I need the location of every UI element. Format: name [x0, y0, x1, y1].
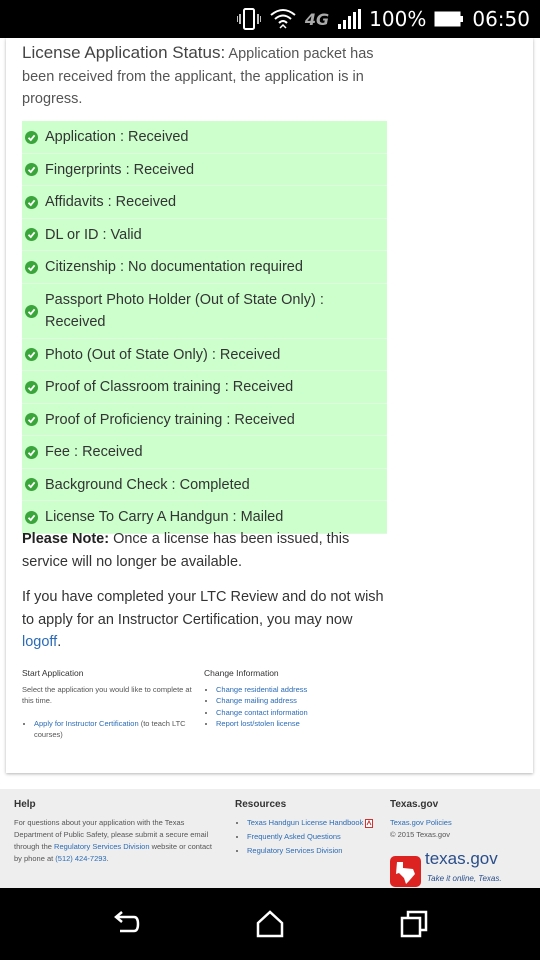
faq-link[interactable]: Frequently Asked Questions — [247, 832, 341, 841]
status-item-text: Application : Received — [45, 129, 189, 145]
note-label: Please Note: — [22, 531, 110, 547]
help-text-3: . — [106, 854, 109, 863]
recent-apps-icon[interactable] — [398, 908, 430, 940]
logo-tagline: Take it online, Texas. — [427, 874, 502, 883]
texasgov-logo[interactable]: texas.gov Take it online, Texas. — [390, 849, 510, 888]
help-text: For questions about your application wit… — [14, 817, 214, 865]
status-item: Background Check : Completed — [22, 469, 387, 501]
change-information-title: Change Information — [204, 668, 279, 678]
help-phone-link[interactable]: (512) 424-7293 — [55, 854, 106, 863]
main-card: License Application Status: Application … — [6, 38, 533, 773]
logoff-paragraph: If you have completed your LTC Review an… — [22, 586, 387, 654]
texasgov-title: Texas.gov — [390, 799, 439, 810]
footer-texasgov: Texas.gov Texas.gov Policies © 2015 Texa… — [390, 799, 530, 887]
battery-icon — [434, 11, 464, 27]
status-item: Proof of Classroom training : Received — [22, 371, 387, 404]
list-item: Apply for Instructor Certification (to t… — [34, 718, 202, 741]
start-application-section: Start Application Select the application… — [22, 668, 202, 741]
list-item: Change contact information — [216, 707, 384, 719]
status-list: Application : Received Fingerprints : Rec… — [22, 121, 387, 534]
resources-title: Resources — [235, 799, 287, 810]
list-item: Change mailing address — [216, 695, 384, 707]
clock: 06:50 — [472, 7, 530, 31]
status-item-text: Fee : Received — [45, 444, 143, 460]
please-note: Please Note: Once a license has been iss… — [22, 528, 382, 574]
status-item: Citizenship : No documentation required — [22, 251, 387, 284]
check-icon — [25, 195, 38, 209]
status-item-text: License To Carry A Handgun : Mailed — [45, 509, 284, 525]
status-item: Fingerprints : Received — [22, 154, 387, 186]
wifi-icon — [270, 9, 296, 29]
footer: Help For questions about your applicatio… — [0, 789, 540, 888]
status-item-text: Passport Photo Holder (Out of State Only… — [45, 291, 324, 331]
check-icon — [25, 130, 38, 144]
regulatory-services-link[interactable]: Regulatory Services Division — [247, 846, 342, 855]
status-item-text: Affidavits : Received — [45, 194, 177, 210]
home-icon[interactable] — [254, 908, 286, 940]
logoff-link[interactable]: logoff — [22, 634, 57, 650]
status-item-text: Fingerprints : Received — [45, 161, 195, 178]
handbook-link[interactable]: Texas Handgun License Handbook — [247, 818, 363, 827]
texasgov-policies-link[interactable]: Texas.gov Policies — [390, 818, 452, 827]
list-item: Texas Handgun License Handbook — [247, 817, 375, 829]
navigation-bar — [0, 888, 540, 960]
check-icon — [25, 348, 38, 362]
logoff-text: If you have completed your LTC Review an… — [22, 589, 384, 628]
status-item-text: Background Check : Completed — [45, 476, 250, 493]
help-title: Help — [14, 799, 36, 810]
footer-help: Help For questions about your applicatio… — [14, 799, 214, 865]
battery-percent: 100% — [369, 7, 427, 31]
status-item: Application : Received — [22, 121, 387, 154]
vibrate-icon — [236, 8, 261, 30]
status-item-text: Photo (Out of State Only) : Received — [45, 346, 281, 363]
start-application-title: Start Application — [22, 668, 84, 678]
change-contact-link[interactable]: Change contact information — [216, 708, 308, 717]
check-icon — [25, 163, 38, 177]
check-icon — [25, 304, 38, 318]
help-regulatory-link[interactable]: Regulatory Services Division — [54, 842, 149, 851]
check-icon — [25, 260, 38, 274]
signal-icon — [338, 9, 362, 29]
check-icon — [25, 478, 38, 492]
back-icon[interactable] — [110, 908, 142, 940]
footer-resources: Resources Texas Handgun License Handbook… — [235, 799, 375, 857]
list-item: Regulatory Services Division — [247, 845, 375, 857]
network-type: 4G — [304, 9, 330, 29]
license-status: License Application Status: Application … — [22, 42, 387, 111]
report-lost-link[interactable]: Report lost/stolen license — [216, 719, 300, 728]
change-mailing-link[interactable]: Change mailing address — [216, 696, 297, 705]
logo-text: texas.gov — [425, 849, 498, 868]
start-application-description: Select the application you would like to… — [22, 684, 192, 706]
list-item: Change residential address — [216, 684, 384, 696]
pdf-icon — [365, 818, 374, 828]
status-item: Fee : Received — [22, 436, 387, 469]
logoff-period: . — [57, 634, 62, 650]
status-item: DL or ID : Valid — [22, 219, 387, 251]
check-icon — [25, 445, 38, 459]
status-item: Passport Photo Holder (Out of State Only… — [22, 284, 387, 339]
status-item: Affidavits : Received — [22, 186, 387, 219]
apply-instructor-link[interactable]: Apply for Instructor Certification — [34, 719, 139, 728]
copyright: © 2015 Texas.gov — [390, 830, 451, 839]
status-bar: 4G 100% 06:50 — [0, 0, 540, 38]
check-icon — [25, 380, 38, 394]
status-item-text: Proof of Proficiency training : Received — [45, 411, 295, 428]
texas-state-icon — [390, 856, 421, 887]
status-item-text: Citizenship : No documentation required — [45, 259, 303, 275]
status-item: Photo (Out of State Only) : Received — [22, 339, 387, 371]
check-icon — [25, 510, 38, 524]
status-item-text: DL or ID : Valid — [45, 226, 142, 243]
status-label: License Application Status: — [22, 43, 226, 62]
list-item: Frequently Asked Questions — [247, 831, 375, 843]
status-item: Proof of Proficiency training : Received — [22, 404, 387, 436]
change-information-section: Change Information Change residential ad… — [204, 668, 384, 730]
check-icon — [25, 413, 38, 427]
change-residential-link[interactable]: Change residential address — [216, 685, 307, 694]
status-item-text: Proof of Classroom training : Received — [45, 379, 294, 395]
list-item: Report lost/stolen license — [216, 718, 384, 730]
check-icon — [25, 228, 38, 242]
